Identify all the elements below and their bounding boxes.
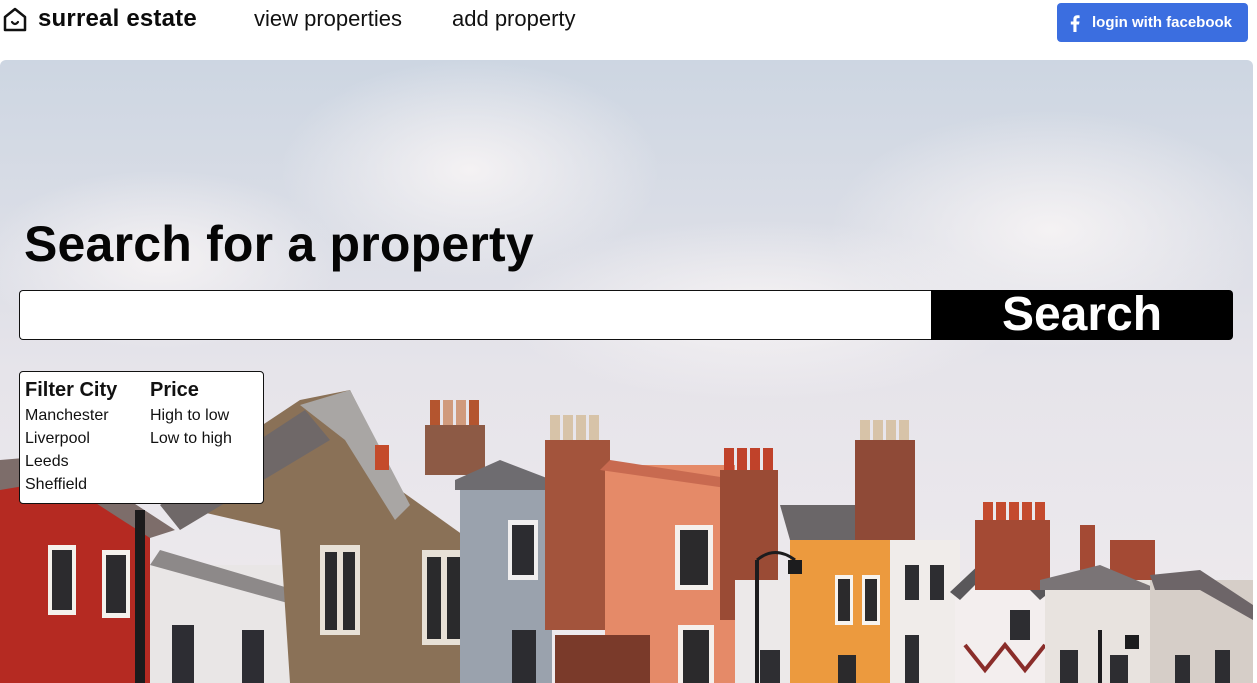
sort-price-option[interactable]: High to low (150, 405, 232, 428)
hero-title: Search for a property (24, 216, 534, 272)
filter-city-heading: Filter City (25, 379, 118, 401)
login-facebook-label: login with facebook (1092, 14, 1233, 31)
search-button[interactable]: Search (931, 290, 1233, 340)
search-input[interactable] (19, 290, 932, 340)
filter-city-column: Filter City Manchester Liverpool Leeds S… (25, 377, 117, 497)
filter-price-column: Price High to low Low to high (150, 377, 232, 451)
facebook-icon (1069, 14, 1081, 32)
filter-panel: Filter City Manchester Liverpool Leeds S… (19, 371, 264, 504)
sort-price-option[interactable]: Low to high (150, 428, 232, 451)
filter-city-option[interactable]: Leeds (25, 451, 117, 474)
home-icon (2, 6, 28, 32)
filter-city-option[interactable]: Sheffield (25, 474, 117, 497)
filter-price-heading: Price (150, 379, 199, 401)
login-facebook-button[interactable]: login with facebook (1057, 3, 1248, 42)
navbar: surreal estate view properties add prope… (0, 0, 1257, 60)
nav-add-property[interactable]: add property (452, 6, 576, 32)
filter-city-option[interactable]: Liverpool (25, 428, 117, 451)
brand[interactable]: surreal estate (2, 4, 197, 34)
nav-view-properties[interactable]: view properties (254, 6, 402, 32)
brand-name: surreal estate (38, 5, 197, 32)
hero-section: Search for a property Search Filter City… (0, 60, 1253, 683)
filter-city-option[interactable]: Manchester (25, 405, 117, 428)
